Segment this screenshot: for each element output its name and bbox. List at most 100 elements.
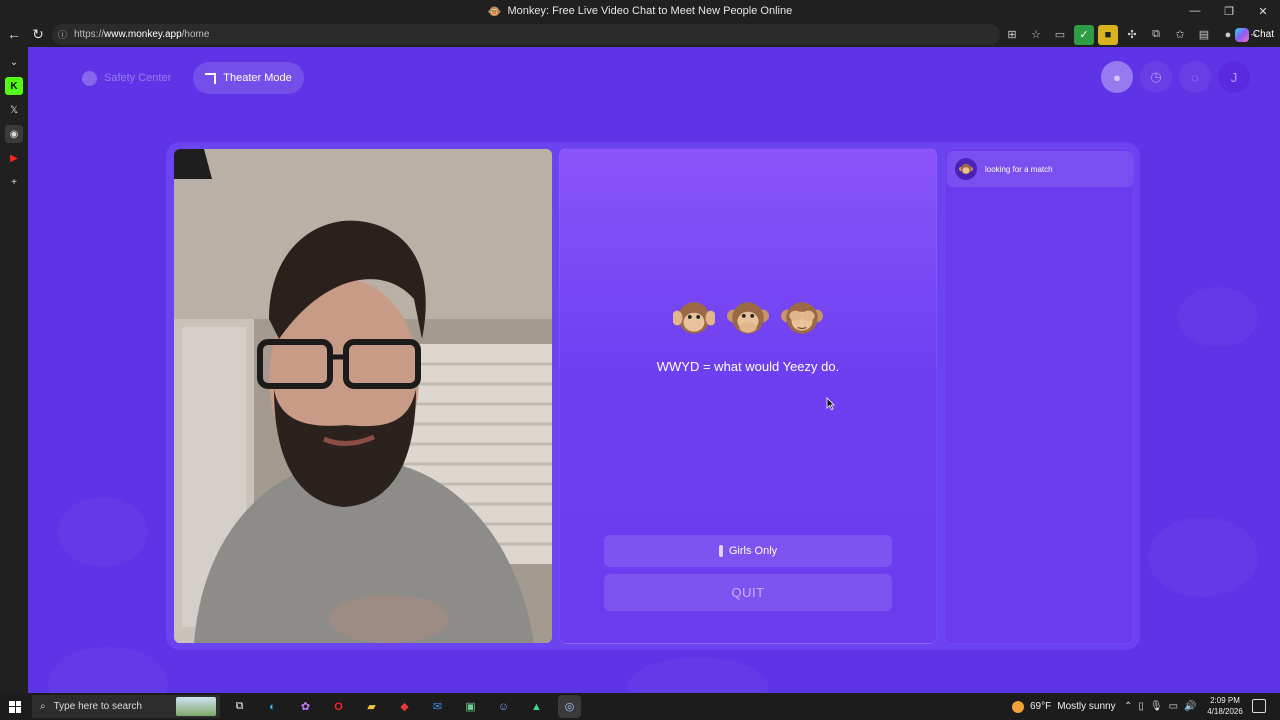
device-icon[interactable]: ▯	[1138, 701, 1144, 712]
window-controls: — ❐ ✕	[1178, 0, 1280, 22]
match-status-row: looking for a match	[947, 151, 1133, 187]
browser-toolbar: ← ↻ ⓘ https:// www.monkey.app /home ⊞ ☆ …	[0, 22, 1280, 47]
app-available-icon[interactable]: ⊞	[1002, 25, 1022, 45]
match-card: WWYD = what would Yeezy do. Girls Only Q…	[559, 148, 937, 644]
taskbar-search[interactable]: ⌕ Type here to search	[32, 695, 220, 718]
add-app-icon[interactable]: +	[5, 173, 23, 191]
search-icon: ⌕	[40, 701, 46, 712]
browser-sidebar: ⌄ K 𝕏 ◉ ▶ +	[0, 47, 28, 693]
back-icon[interactable]: ←	[2, 22, 26, 46]
quit-button[interactable]: QUIT	[604, 574, 892, 611]
clock-time: 2:09 PM	[1210, 696, 1240, 705]
boost-fire-icon[interactable]: ●	[1101, 61, 1133, 93]
background-blob	[1178, 287, 1258, 347]
volume-icon[interactable]: 🔊	[1184, 701, 1196, 712]
background-blob	[1148, 517, 1258, 597]
webcam-image	[174, 149, 552, 643]
mouse-cursor-icon	[826, 397, 835, 410]
extensions-puzzle-icon[interactable]: ✣	[1122, 25, 1142, 45]
taskbar: ⌕ Type here to search ⧉ ◐ ✿ O ▰ ◆ ✉ ▣ ☺ …	[0, 693, 1280, 720]
close-button[interactable]: ✕	[1246, 0, 1280, 22]
monkey-app: Safety Center Theater Mode ● ◷ ◌ J WWYD …	[28, 47, 1280, 693]
history-clock-icon[interactable]: ◷	[1140, 61, 1172, 93]
messages-icon[interactable]: ◌	[1179, 61, 1211, 93]
photos-app-icon[interactable]: ▣	[459, 695, 482, 718]
x-app-icon[interactable]: 𝕏	[5, 101, 23, 119]
android-app-icon[interactable]: ▲	[525, 695, 548, 718]
expand-icon	[205, 72, 217, 84]
see-no-evil-monkey-icon	[781, 302, 823, 334]
theater-mode-button[interactable]: Theater Mode	[193, 62, 304, 94]
address-bar[interactable]: ⓘ https:// www.monkey.app /home	[52, 24, 1000, 45]
copilot-chat-button[interactable]: Chat	[1234, 24, 1274, 45]
favorites-icon[interactable]: ✩	[1170, 25, 1190, 45]
chat-label: Chat	[1252, 29, 1274, 40]
search-highlight-icon	[176, 697, 216, 716]
site-favicon-icon: 🐵	[487, 5, 502, 18]
mail-app-icon[interactable]: ✉	[426, 695, 449, 718]
extension-yellow-icon[interactable]: ■	[1098, 24, 1118, 45]
weather-temp: 69°F	[1030, 701, 1052, 712]
monkey-avatar-icon	[955, 158, 977, 180]
weather-widget[interactable]: 69°F Mostly sunny	[1012, 693, 1116, 720]
notifications-icon[interactable]	[1252, 699, 1266, 713]
collections-icon[interactable]: ▤	[1194, 25, 1214, 45]
top-left-actions: Safety Center Theater Mode	[70, 62, 304, 94]
url-scheme: https://	[74, 29, 105, 40]
red-app-icon[interactable]: ◆	[393, 695, 416, 718]
chevron-down-icon[interactable]: ⌄	[5, 53, 23, 71]
copilot-icon	[1234, 27, 1249, 42]
hear-no-evil-monkey-icon	[673, 302, 715, 334]
task-view-icon[interactable]: ⧉	[228, 695, 251, 718]
site-info-icon[interactable]: ⓘ	[58, 28, 68, 41]
system-clock[interactable]: 2:09 PM 4/18/2026	[1200, 695, 1250, 717]
url-host: www.monkey.app	[104, 29, 182, 40]
background-blob	[58, 497, 148, 567]
clock-date: 4/18/2026	[1207, 707, 1243, 716]
active-tab-icon[interactable]: ◉	[5, 125, 23, 143]
edge-icon[interactable]: ◐	[261, 695, 284, 718]
window-titlebar: 🐵 Monkey: Free Live Video Chat to Meet N…	[0, 0, 1280, 22]
shield-icon	[82, 70, 97, 86]
user-avatar[interactable]: J	[1218, 61, 1250, 93]
background-blob	[48, 647, 168, 693]
opera-icon[interactable]: O	[327, 695, 350, 718]
favorite-star-icon[interactable]: ☆	[1026, 25, 1046, 45]
microphone-icon[interactable]: 🎙	[1150, 701, 1163, 712]
split-screen-icon[interactable]: ⧉	[1146, 25, 1166, 45]
three-monkeys	[560, 297, 936, 339]
pinned-apps: ⧉ ◐ ✿ O ▰ ◆ ✉ ▣ ☺ ▲ ◎	[228, 695, 581, 718]
chevron-up-icon[interactable]: ⌃	[1124, 701, 1132, 712]
self-video-feed	[174, 149, 552, 643]
match-status-text: looking for a match	[985, 164, 1053, 174]
speak-no-evil-monkey-icon	[727, 302, 769, 334]
weather-desc: Mostly sunny	[1057, 701, 1116, 712]
girls-only-button[interactable]: Girls Only	[604, 535, 892, 567]
safety-center-button[interactable]: Safety Center	[70, 62, 183, 94]
windows-logo-icon	[9, 700, 21, 713]
copilot-taskbar-icon[interactable]: ✿	[294, 695, 317, 718]
chat-sidebar: looking for a match	[944, 148, 1134, 644]
restore-button[interactable]: ❐	[1212, 0, 1246, 22]
network-icon[interactable]: ▭	[1169, 701, 1178, 712]
youtube-app-icon[interactable]: ▶	[5, 149, 23, 167]
steam-icon[interactable]: ◎	[558, 695, 581, 718]
sunny-weather-icon	[1012, 700, 1024, 713]
tagline-text: WWYD = what would Yeezy do.	[656, 359, 840, 374]
camera-in-use-icon[interactable]: ▭	[1050, 25, 1070, 45]
theater-mode-label: Theater Mode	[223, 72, 292, 84]
extension-check-icon[interactable]: ✓	[1074, 24, 1094, 45]
minimize-button[interactable]: —	[1178, 0, 1212, 22]
girl-icon	[718, 545, 723, 557]
kick-app-icon[interactable]: K	[5, 77, 23, 95]
url-path: /home	[181, 29, 210, 40]
start-button[interactable]	[0, 693, 30, 720]
refresh-icon[interactable]: ↻	[26, 22, 50, 46]
file-explorer-icon[interactable]: ▰	[360, 695, 383, 718]
system-tray: ⌃ ▯ 🎙 ▭ 🔊	[1124, 693, 1197, 720]
safety-center-label: Safety Center	[104, 72, 172, 84]
discord-icon[interactable]: ☺	[492, 695, 515, 718]
window-title: Monkey: Free Live Video Chat to Meet New…	[507, 5, 793, 17]
toolbar-icons: ⊞ ☆ ▭ ✓ ■ ✣ ⧉ ✩ ▤ ● ⋯	[1002, 22, 1262, 47]
top-right-actions: ● ◷ ◌ J	[1101, 61, 1250, 93]
